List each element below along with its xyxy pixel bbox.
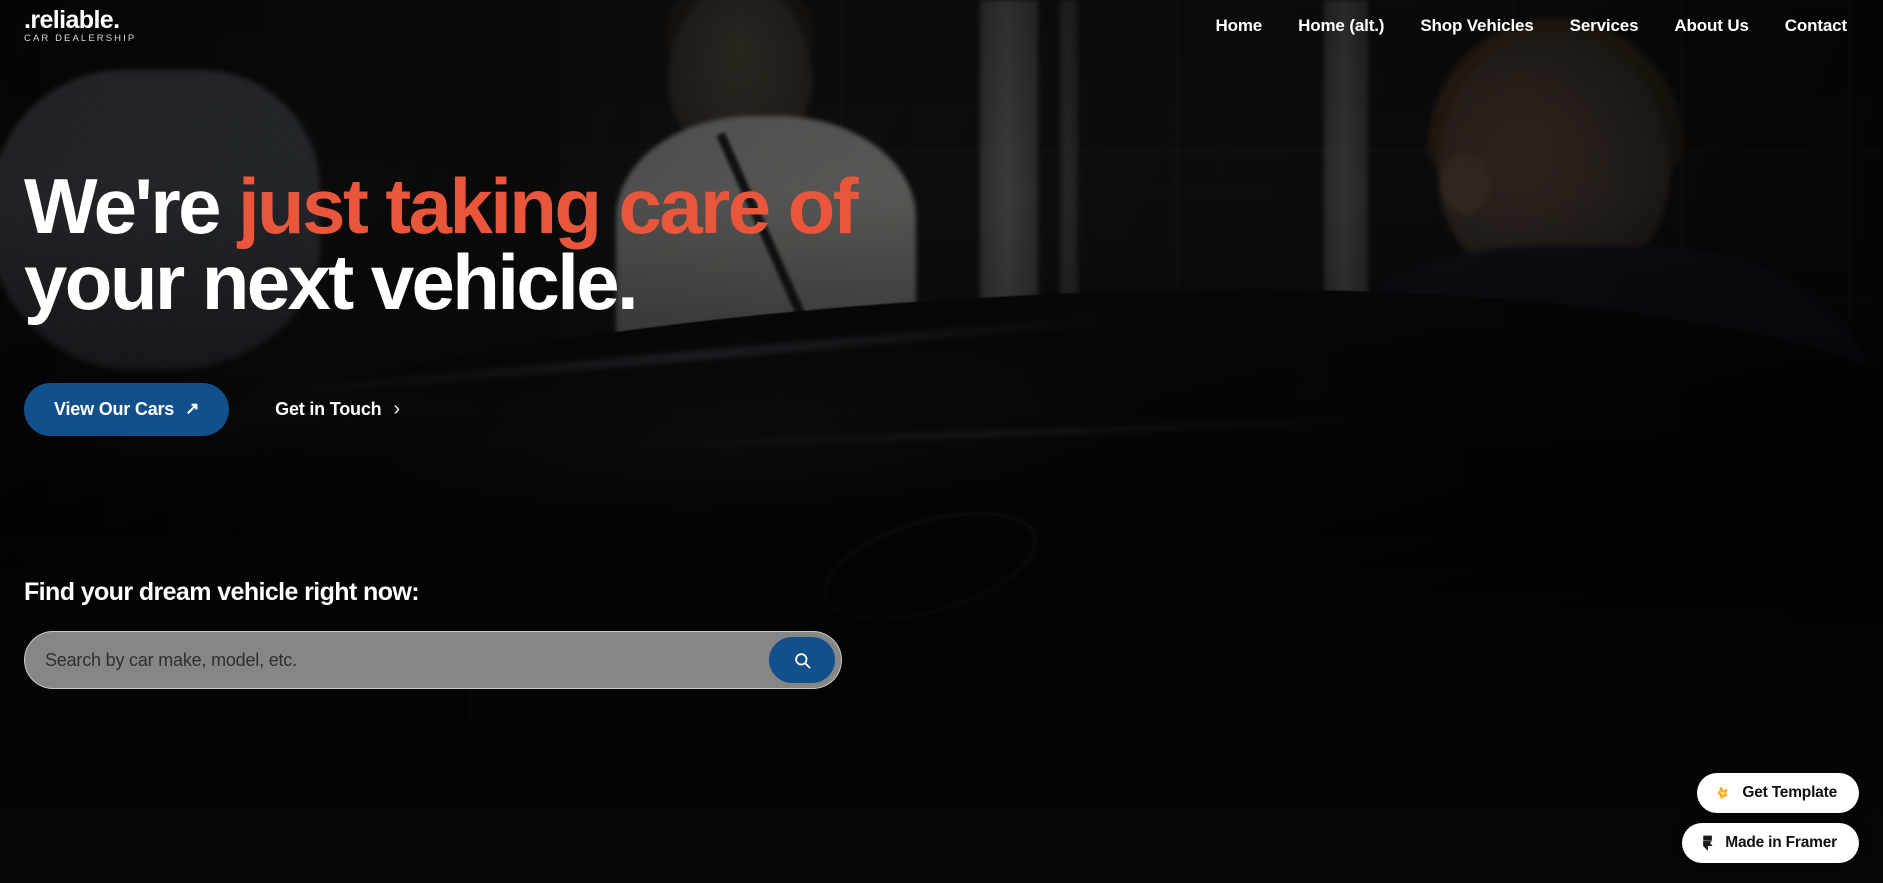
- made-in-framer-badge[interactable]: Made in Framer: [1682, 823, 1859, 863]
- hero-cta-row: View Our Cars ↗ Get in Touch ›: [24, 382, 924, 436]
- hero-section: We're just taking care of your next vehi…: [24, 167, 924, 436]
- view-our-cars-label: View Our Cars: [54, 398, 175, 419]
- hero-background-photo: [0, 0, 1883, 883]
- arrow-up-right-icon: ↗: [185, 399, 200, 419]
- framer-template-flower-icon: [1718, 786, 1728, 799]
- made-in-framer-label: Made in Framer: [1725, 834, 1837, 851]
- photo-darkening-overlay: [0, 0, 1883, 883]
- search-section-title: Find your dream vehicle right now:: [24, 578, 420, 606]
- nav-item-contact[interactable]: Contact: [1785, 16, 1847, 36]
- view-our-cars-button[interactable]: View Our Cars ↗: [24, 382, 230, 436]
- hero-headline: We're just taking care of your next vehi…: [24, 167, 924, 321]
- get-template-badge[interactable]: Get Template: [1697, 773, 1859, 813]
- page-root: .reliable. CAR DEALERSHIP Home Home (alt…: [0, 0, 1883, 883]
- nav-item-home-alt[interactable]: Home (alt.): [1298, 16, 1384, 36]
- main-navigation: Home Home (alt.) Shop Vehicles Services …: [1215, 16, 1859, 36]
- nav-item-shop-vehicles[interactable]: Shop Vehicles: [1420, 16, 1533, 36]
- framer-floating-badges: Get Template Made in Framer: [1682, 773, 1859, 863]
- vehicle-search-section: Find your dream vehicle right now:: [24, 578, 844, 689]
- nav-item-services[interactable]: Services: [1570, 16, 1639, 36]
- get-template-label: Get Template: [1742, 784, 1837, 801]
- framer-logo-icon: [1703, 835, 1713, 851]
- brand-name: .reliable.: [24, 6, 120, 35]
- nav-item-home[interactable]: Home: [1215, 16, 1262, 36]
- get-in-touch-button[interactable]: Get in Touch ›: [275, 398, 400, 421]
- brand-tagline: CAR DEALERSHIP: [24, 33, 137, 45]
- search-icon: [794, 652, 810, 668]
- site-header: .reliable. CAR DEALERSHIP Home Home (alt…: [0, 0, 1883, 52]
- chevron-right-icon: ›: [393, 397, 400, 420]
- nav-item-about-us[interactable]: About Us: [1674, 16, 1749, 36]
- headline-text-part1: We're: [24, 162, 238, 250]
- search-input[interactable]: [45, 632, 769, 688]
- search-submit-button[interactable]: [769, 637, 835, 683]
- search-bar[interactable]: [24, 631, 842, 689]
- headline-text-part2: your next vehicle.: [24, 238, 639, 327]
- headline-text-accent: just taking care of: [237, 162, 859, 250]
- brand-logo[interactable]: .reliable. CAR DEALERSHIP: [24, 8, 136, 44]
- get-in-touch-label: Get in Touch: [275, 398, 382, 419]
